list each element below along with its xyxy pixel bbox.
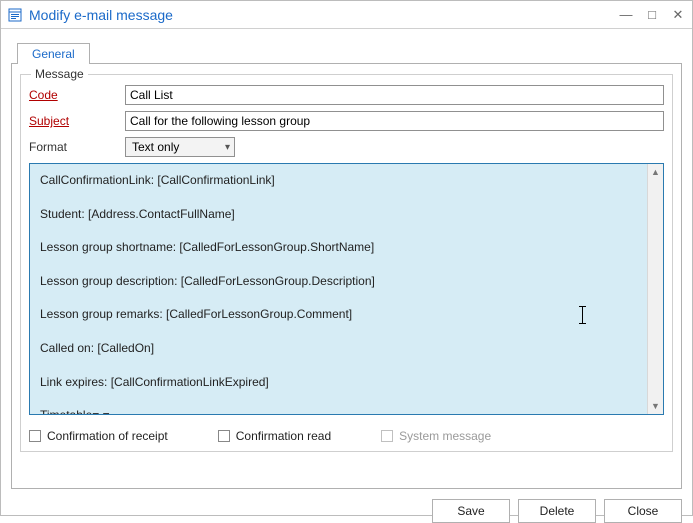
- checkbox-box-icon: [381, 430, 393, 442]
- body-text-content: CallConfirmationLink: [CallConfirmationL…: [30, 164, 647, 414]
- format-select[interactable]: Text only ▾: [125, 137, 235, 157]
- confirmation-read-label: Confirmation read: [236, 429, 331, 443]
- scroll-up-arrow-icon[interactable]: ▲: [648, 164, 663, 180]
- tab-panel: Message Code Subject Format Text only ▾ …: [11, 63, 682, 489]
- code-input[interactable]: [125, 85, 664, 105]
- text-cursor-icon: [582, 306, 583, 324]
- scroll-down-arrow-icon[interactable]: ▼: [648, 398, 663, 414]
- content-area: General Message Code Subject Format Text…: [1, 29, 692, 489]
- system-message-label: System message: [399, 429, 491, 443]
- checkbox-row: Confirmation of receipt Confirmation rea…: [29, 429, 664, 443]
- delete-button[interactable]: Delete: [518, 499, 596, 523]
- system-message-checkbox: System message: [381, 429, 491, 443]
- code-label: Code: [29, 88, 125, 102]
- checkbox-box-icon: [29, 430, 41, 442]
- fieldset-legend: Message: [31, 67, 88, 81]
- minimize-button[interactable]: —: [618, 7, 634, 23]
- save-button[interactable]: Save: [432, 499, 510, 523]
- format-selected-value: Text only: [132, 140, 179, 154]
- window-title: Modify e-mail message: [29, 7, 618, 23]
- body-textarea[interactable]: CallConfirmationLink: [CallConfirmationL…: [29, 163, 664, 415]
- vertical-scrollbar[interactable]: ▲ ▼: [647, 164, 663, 414]
- close-button[interactable]: Close: [604, 499, 682, 523]
- confirmation-receipt-checkbox[interactable]: Confirmation of receipt: [29, 429, 168, 443]
- maximize-button[interactable]: □: [644, 7, 660, 23]
- close-window-button[interactable]: ✕: [670, 7, 686, 23]
- title-bar: Modify e-mail message — □ ✕: [1, 1, 692, 29]
- footer-buttons: Save Delete Close: [1, 489, 692, 523]
- checkbox-box-icon: [218, 430, 230, 442]
- message-fieldset: Message Code Subject Format Text only ▾ …: [20, 74, 673, 452]
- format-label: Format: [29, 140, 125, 154]
- tab-general[interactable]: General: [17, 43, 90, 64]
- window-icon: [7, 7, 23, 23]
- tabs-row: General: [11, 39, 682, 63]
- subject-input[interactable]: [125, 111, 664, 131]
- confirmation-read-checkbox[interactable]: Confirmation read: [218, 429, 331, 443]
- chevron-down-icon: ▾: [225, 142, 230, 153]
- subject-label: Subject: [29, 114, 125, 128]
- confirmation-receipt-label: Confirmation of receipt: [47, 429, 168, 443]
